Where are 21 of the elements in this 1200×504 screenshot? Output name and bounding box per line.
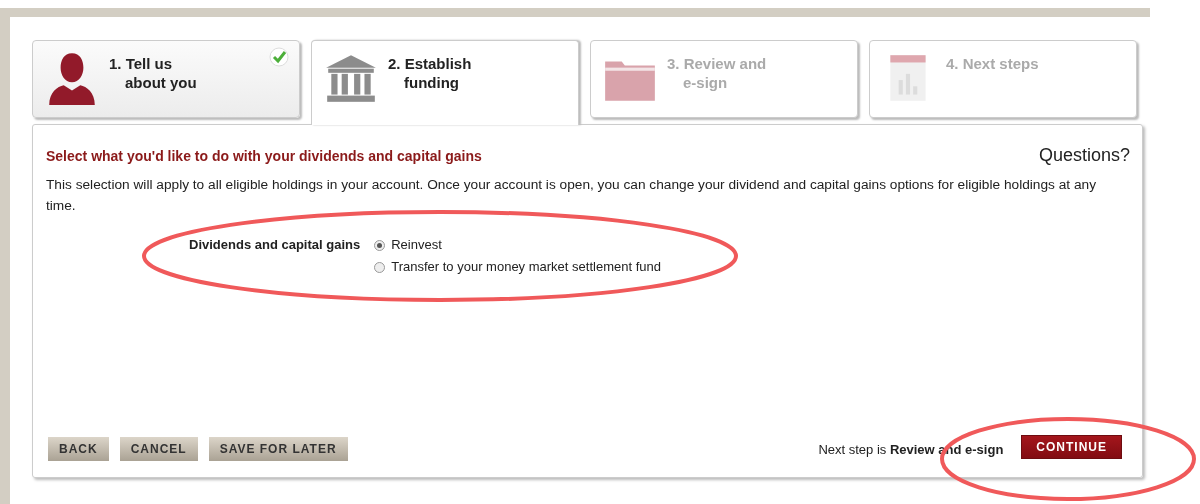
step-title: 3. Review and xyxy=(667,54,767,73)
radio-option[interactable]: Transfer to your money market settlement fund xyxy=(374,256,661,278)
step-title: 1. Tell us xyxy=(109,54,174,73)
radio-option[interactable]: Reinvest xyxy=(374,234,661,256)
secondary-button[interactable]: SAVE FOR LATER xyxy=(208,437,348,461)
section-heading: Select what you'd like to do with your dividends and capital gains xyxy=(46,147,482,164)
step-subtitle: funding xyxy=(403,73,460,92)
secondary-button[interactable]: BACK xyxy=(48,437,109,461)
radio-button[interactable] xyxy=(374,261,386,273)
field-label: Dividends and capital gains xyxy=(189,236,361,254)
description-text: This selection will apply to all eligible holdings in your account. Once your account is open, you can change your dividend and capital gains options for eligible holdings at any time. xyxy=(46,176,1097,215)
radio-button[interactable] xyxy=(374,239,386,251)
step-tab[interactable]: 1. Tell us about you xyxy=(32,40,300,118)
step-title: 2. Establish xyxy=(388,54,472,73)
secondary-button[interactable]: CANCEL xyxy=(119,437,198,461)
questions-link[interactable]: Questions? xyxy=(1038,145,1130,166)
step-subtitle: e-sign xyxy=(682,73,729,92)
step-title: 4. Next steps xyxy=(946,54,1039,73)
continue-button[interactable]: CONTINUE xyxy=(1021,435,1122,459)
step-tab[interactable]: 2. Establish funding xyxy=(311,40,579,125)
step-subtitle: about you xyxy=(124,73,197,92)
